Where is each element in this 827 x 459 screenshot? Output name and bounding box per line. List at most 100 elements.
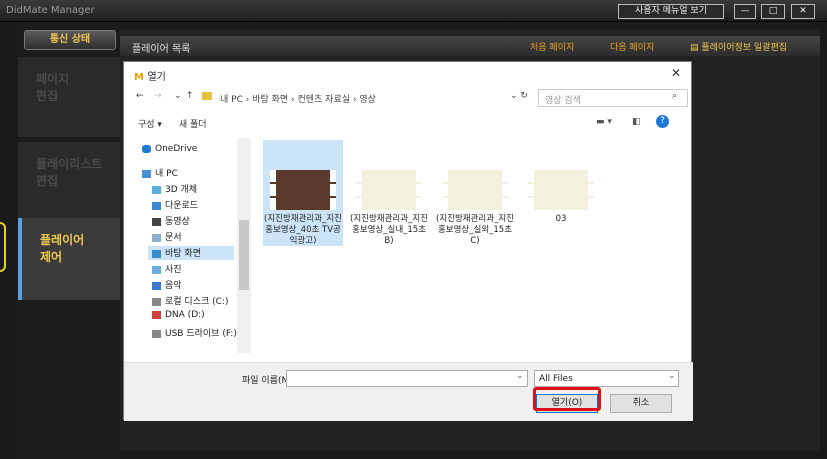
breadcrumb[interactable]: 내 PC › 바탕 화면 › 컨텐츠 자료실 › 영상 bbox=[220, 92, 376, 105]
cube-icon bbox=[152, 185, 161, 194]
tree-label: 3D 개체 bbox=[165, 185, 198, 195]
filename-input[interactable] bbox=[286, 370, 528, 387]
tree-label: 동영상 bbox=[165, 217, 190, 227]
file-name: (지진방재관리과_지진홍보영상_실내_15초B) bbox=[350, 214, 428, 246]
tree-label: DNA (D:) bbox=[165, 310, 205, 320]
tree-label: 바탕 화면 bbox=[165, 249, 201, 259]
dialog-title-label: 열기 bbox=[147, 72, 166, 83]
up-icon[interactable]: ↑ bbox=[186, 91, 194, 101]
address-bar: ← → ⌄ ↑ 내 PC › 바탕 화면 › 컨텐츠 자료실 › 영상 ⌄ ↻ … bbox=[132, 88, 688, 108]
video-thumbnail bbox=[356, 170, 422, 210]
back-icon[interactable]: ← bbox=[136, 91, 144, 101]
highlight-arc bbox=[0, 222, 6, 272]
open-button-highlight bbox=[533, 387, 601, 411]
file-name: (지진방재관리과_지진홍보영상_실외_15초C) bbox=[436, 214, 514, 246]
organize-menu[interactable]: 구성 ▾ bbox=[138, 120, 162, 130]
drive-icon bbox=[152, 297, 161, 306]
first-page-button[interactable]: 처음 페이지 bbox=[530, 40, 574, 53]
chevron-down-icon[interactable]: ⌄ bbox=[516, 371, 524, 381]
cancel-button[interactable]: 취소 bbox=[610, 394, 672, 413]
tree-label: 다운로드 bbox=[165, 201, 199, 211]
sidebar-item-label: 플레이리스트 편집 bbox=[36, 157, 103, 188]
next-page-button[interactable]: 다음 페이지 bbox=[610, 40, 654, 53]
sidebar-item-playlist-edit[interactable]: 플레이리스트 편집 bbox=[18, 142, 120, 222]
minimize-button[interactable]: — bbox=[734, 4, 756, 19]
dialog-footer: 파일 이름(N): ⌄ All Files ⌄ 열기(O) 취소 bbox=[124, 362, 693, 421]
tree-item-dna-drive[interactable]: DNA (D:) bbox=[152, 310, 205, 324]
tree-label: USB 드라이브 (F:) bbox=[165, 329, 237, 339]
chevron-down-icon[interactable]: ⌄ bbox=[174, 91, 182, 101]
download-icon bbox=[152, 201, 161, 210]
tree-item-downloads[interactable]: 다운로드 bbox=[152, 198, 198, 212]
preview-pane-icon[interactable]: ◧ bbox=[632, 117, 641, 127]
video-thumbnail bbox=[442, 170, 508, 210]
close-button[interactable]: ✕ bbox=[791, 4, 815, 19]
folder-icon bbox=[202, 92, 212, 100]
tree-item-videos[interactable]: 동영상 bbox=[152, 214, 190, 228]
tree-item-usb[interactable]: USB 드라이브 (F:) bbox=[152, 326, 237, 340]
navigation-scrollbar[interactable] bbox=[237, 138, 251, 353]
dialog-title: M 열기 bbox=[134, 68, 166, 83]
tree-item-local-disk[interactable]: 로컬 디스크 (C:) bbox=[152, 294, 228, 308]
video-icon bbox=[152, 217, 161, 226]
edit-info-label: 플레이어정보 일괄편집 bbox=[701, 43, 788, 53]
video-thumbnail bbox=[270, 170, 336, 210]
navigation-pane: OneDrive 내 PC 3D 개체 다운로드 동영상 문서 바탕 화면 사진… bbox=[124, 138, 252, 353]
dialog-close-icon[interactable]: ✕ bbox=[671, 66, 681, 80]
file-item[interactable]: 03 bbox=[521, 140, 601, 246]
video-thumbnail bbox=[528, 170, 594, 210]
status-tab[interactable]: 통신 상태 bbox=[24, 30, 116, 50]
tree-item-onedrive[interactable]: OneDrive bbox=[142, 144, 197, 158]
scrollbar-thumb[interactable] bbox=[239, 220, 249, 290]
view-icon[interactable]: ▬ ▾ bbox=[596, 117, 612, 127]
drive-icon bbox=[152, 310, 161, 319]
app-icon: M bbox=[134, 72, 148, 83]
pc-icon bbox=[142, 169, 151, 178]
file-type-select[interactable]: All Files bbox=[534, 370, 679, 387]
open-file-dialog: M 열기 ✕ ← → ⌄ ↑ 내 PC › 바탕 화면 › 컨텐츠 자료실 › … bbox=[123, 61, 693, 421]
tree-item-this-pc[interactable]: 내 PC bbox=[142, 166, 178, 180]
search-icon: ⌕ bbox=[672, 91, 678, 101]
tree-label: 사진 bbox=[165, 265, 182, 275]
search-input[interactable]: 영상 검색 bbox=[538, 89, 688, 107]
chevron-down-icon[interactable]: ⌄ bbox=[668, 371, 676, 381]
tree-label: 문서 bbox=[165, 233, 182, 243]
music-icon bbox=[152, 281, 161, 290]
cloud-icon bbox=[142, 144, 151, 153]
tree-label: 로컬 디스크 (C:) bbox=[165, 297, 229, 307]
dialog-toolbar: 구성 ▾ 새 폴더 bbox=[138, 117, 207, 130]
page-title: 플레이어 목록 bbox=[132, 44, 191, 55]
file-list: (지진방재관리과_지진홍보영상_40초 TV공익광고) (지진방재관리과_지진홍… bbox=[259, 138, 689, 353]
file-item[interactable]: (지진방재관리과_지진홍보영상_실내_15초B) bbox=[349, 140, 429, 246]
file-name: (지진방재관리과_지진홍보영상_40초 TV공익광고) bbox=[264, 214, 342, 246]
edit-info-button[interactable]: ▤ 플레이어정보 일괄편집 bbox=[690, 40, 787, 53]
usb-icon bbox=[152, 329, 161, 338]
tree-label: OneDrive bbox=[155, 144, 198, 154]
list-icon: ▤ bbox=[690, 43, 702, 53]
file-item[interactable]: (지진방재관리과_지진홍보영상_40초 TV공익광고) bbox=[263, 140, 343, 246]
refresh-icon[interactable]: ⌄ ↻ bbox=[510, 91, 528, 101]
maximize-button[interactable]: □ bbox=[761, 4, 785, 19]
tree-label: 내 PC bbox=[155, 169, 178, 179]
sidebar-item-player-control[interactable]: 플레이어 제어 bbox=[18, 218, 120, 300]
tree-label: 음악 bbox=[165, 281, 182, 291]
sidebar-item-label: 플레이어 제어 bbox=[40, 233, 85, 264]
manual-button[interactable]: 사용자 메뉴얼 보기 bbox=[618, 4, 724, 19]
app-title: DidMate Manager bbox=[6, 5, 95, 16]
tree-item-pictures[interactable]: 사진 bbox=[152, 262, 182, 276]
sidebar-item-page-edit[interactable]: 페이지 편집 bbox=[18, 57, 120, 137]
sidebar: 통신 상태 페이지 편집 플레이리스트 편집 플레이어 제어 bbox=[18, 22, 120, 459]
tree-item-documents[interactable]: 문서 bbox=[152, 230, 182, 244]
sidebar-item-label: 페이지 편집 bbox=[36, 72, 70, 103]
help-icon[interactable]: ? bbox=[656, 115, 669, 128]
document-icon bbox=[152, 233, 161, 242]
forward-icon[interactable]: → bbox=[154, 91, 162, 101]
tree-item-3d[interactable]: 3D 개체 bbox=[152, 182, 197, 196]
main-header: 플레이어 목록 처음 페이지 다음 페이지 ▤ 플레이어정보 일괄편집 bbox=[120, 36, 820, 56]
file-item[interactable]: (지진방재관리과_지진홍보영상_실외_15초C) bbox=[435, 140, 515, 246]
new-folder-button[interactable]: 새 폴더 bbox=[179, 120, 207, 130]
picture-icon bbox=[152, 265, 161, 274]
file-name: 03 bbox=[555, 214, 567, 224]
tree-item-music[interactable]: 음악 bbox=[152, 278, 182, 292]
tree-item-desktop[interactable]: 바탕 화면 bbox=[148, 246, 234, 260]
